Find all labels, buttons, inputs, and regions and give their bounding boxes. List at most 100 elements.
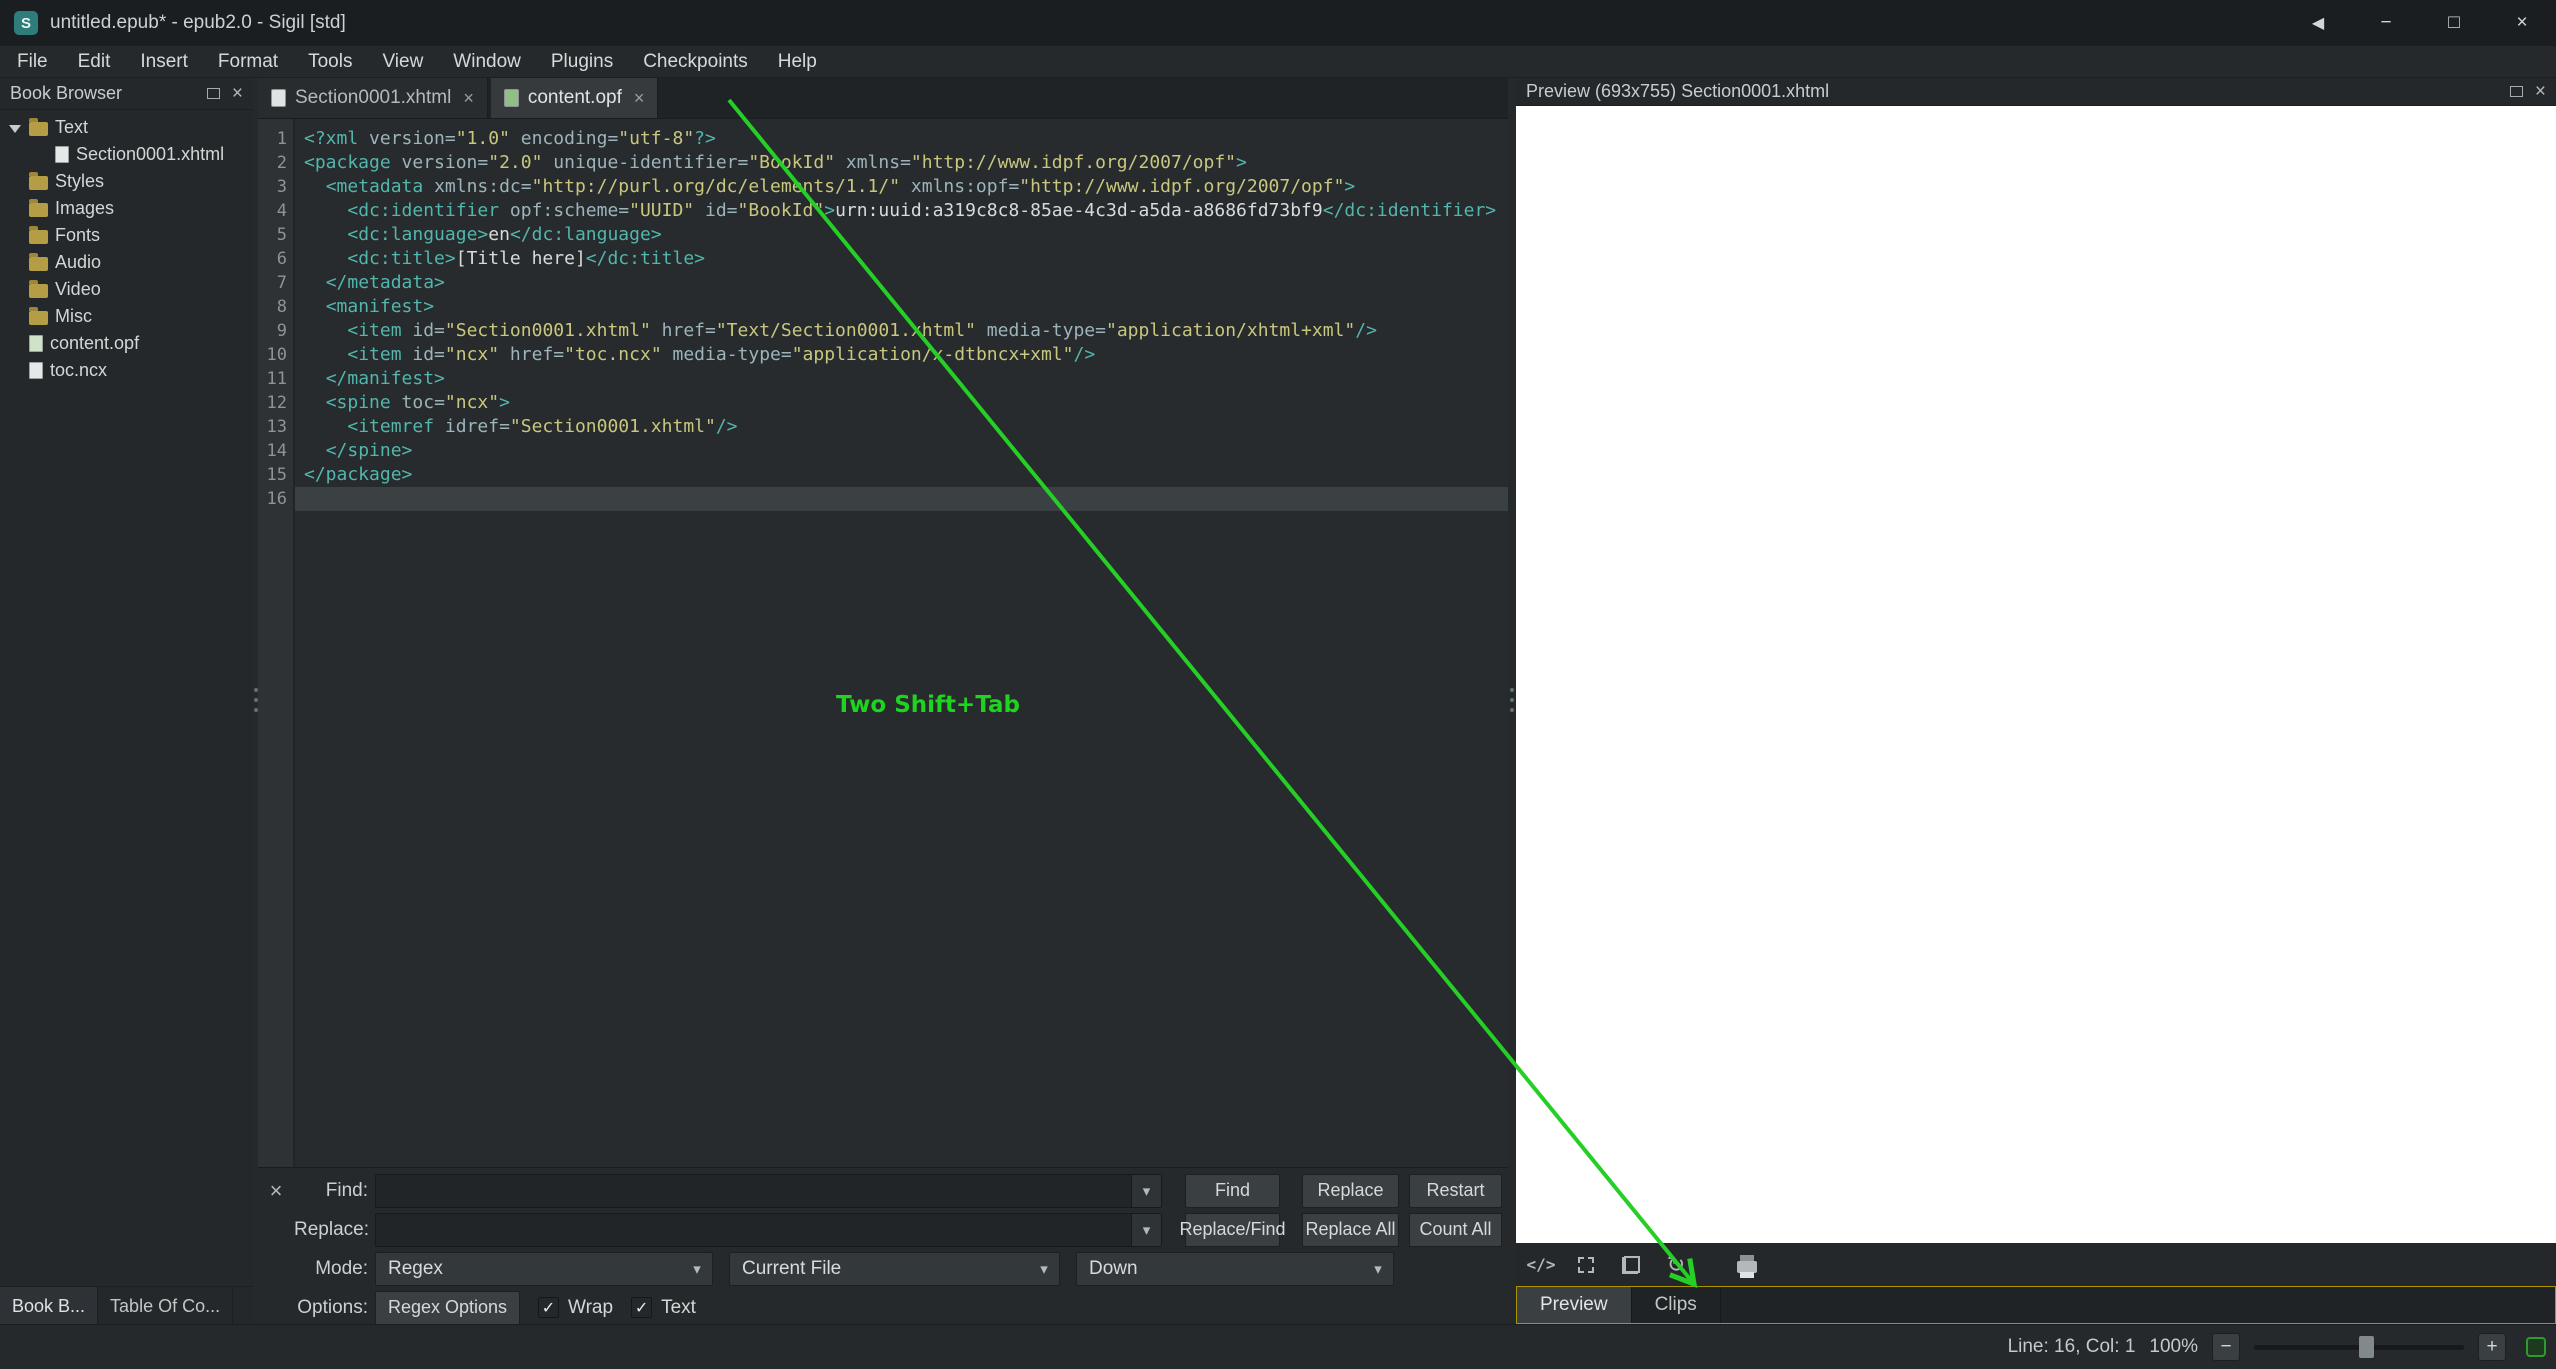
code-line[interactable]: <item id="Section0001.xhtml" href="Text/… <box>295 319 1508 343</box>
tab-clips[interactable]: Clips <box>1632 1287 1721 1323</box>
preview-splitter[interactable] <box>1508 78 1516 1324</box>
menu-edit[interactable]: Edit <box>63 46 126 78</box>
menu-help[interactable]: Help <box>763 46 832 78</box>
zoom-slider-handle[interactable] <box>2359 1336 2374 1358</box>
mode-dropdown[interactable]: Regex ▾ <box>375 1251 713 1286</box>
find-input[interactable]: ▾ <box>375 1173 1162 1208</box>
expand-arrow-icon[interactable] <box>6 120 22 136</box>
regex-options-button[interactable]: Regex Options <box>375 1290 520 1325</box>
find-row: × Find: ▾ Find Replace Restart <box>258 1171 1508 1210</box>
code-line[interactable]: <manifest> <box>295 295 1508 319</box>
tree-item-section0001-xhtml[interactable]: Section0001.xhtml <box>0 141 253 168</box>
tree-item-misc[interactable]: Misc <box>0 303 253 330</box>
close-panel-icon[interactable]: × <box>2535 81 2546 103</box>
inspect-icon[interactable] <box>1571 1250 1601 1280</box>
tab-label: content.opf <box>527 87 622 108</box>
find-button[interactable]: Find <box>1185 1173 1280 1208</box>
replace-input[interactable]: ▾ <box>375 1212 1162 1247</box>
line-number: 7 <box>276 273 287 293</box>
tab-close-icon[interactable]: × <box>634 88 645 109</box>
tab-close-icon[interactable]: × <box>463 88 474 109</box>
mode-label: Mode: <box>315 1257 368 1279</box>
tree-item-fonts[interactable]: Fonts <box>0 222 253 249</box>
code-line[interactable]: </spine> <box>295 439 1508 463</box>
zoom-out-button[interactable]: − <box>2212 1333 2240 1361</box>
tree-item-toc-ncx[interactable]: toc.ncx <box>0 357 253 384</box>
menu-view[interactable]: View <box>367 46 438 78</box>
tab-content-opf[interactable]: content.opf × <box>490 78 659 118</box>
text-checkbox[interactable]: ✓ Text <box>631 1297 696 1319</box>
minimize-button[interactable]: − <box>2352 0 2420 46</box>
float-panel-icon[interactable] <box>2509 86 2523 97</box>
line-number: 15 <box>266 465 287 485</box>
folder-icon <box>29 226 48 244</box>
dock-tab-table-of-co[interactable]: Table Of Co... <box>98 1287 234 1325</box>
menu-format[interactable]: Format <box>203 46 293 78</box>
tab-section0001-xhtml[interactable]: Section0001.xhtml × <box>258 78 488 118</box>
code-line[interactable] <box>295 487 1508 511</box>
checkmark-icon: ✓ <box>631 1297 653 1318</box>
tree-item-text[interactable]: Text <box>0 114 253 141</box>
find-dropdown-icon[interactable]: ▾ <box>1131 1174 1161 1207</box>
tree-item-label: Fonts <box>55 225 101 245</box>
code-line[interactable]: <package version="2.0" unique-identifier… <box>295 151 1508 175</box>
replace-find-button[interactable]: Replace/Find <box>1179 1212 1286 1247</box>
replace-dropdown-icon[interactable]: ▾ <box>1131 1213 1161 1246</box>
menu-file[interactable]: File <box>2 46 63 78</box>
code-editor[interactable]: 1 2 3 4 5 6 7 8 9 10 11 12 13 14 15 16 <?xml version="1… <box>258 119 1508 1167</box>
code-line[interactable]: <dc:language>en</dc:language> <box>295 223 1508 247</box>
restart-button[interactable]: Restart <box>1409 1173 1502 1208</box>
code-line[interactable]: <?xml version="1.0" encoding="utf-8"?> <box>295 127 1508 151</box>
float-panel-icon[interactable] <box>206 88 220 99</box>
wrap-checkbox[interactable]: ✓ Wrap <box>538 1297 613 1319</box>
back-arrow-icon[interactable]: ◀ <box>2284 0 2352 46</box>
menu-tools[interactable]: Tools <box>293 46 367 78</box>
print-icon[interactable] <box>1732 1250 1762 1280</box>
zoom-in-button[interactable]: + <box>2478 1333 2506 1361</box>
replace-all-button[interactable]: Replace All <box>1302 1212 1399 1247</box>
code-line[interactable]: <itemref idref="Section0001.xhtml"/> <box>295 415 1508 439</box>
code-line[interactable]: <dc:identifier opf:scheme="UUID" id="Boo… <box>295 199 1508 223</box>
direction-dropdown[interactable]: Down ▾ <box>1076 1251 1394 1286</box>
menu-insert[interactable]: Insert <box>125 46 203 78</box>
menu-plugins[interactable]: Plugins <box>536 46 628 78</box>
close-window-button[interactable]: × <box>2488 0 2556 46</box>
code-lines[interactable]: <?xml version="1.0" encoding="utf-8"?> <p… <box>295 119 1508 1167</box>
code-line[interactable]: </metadata> <box>295 271 1508 295</box>
tree-item-label: Styles <box>55 171 105 191</box>
code-line[interactable]: <dc:title>[Title here]</dc:title> <box>295 247 1508 271</box>
count-all-button[interactable]: Count All <box>1409 1212 1502 1247</box>
find-panel-close-icon[interactable]: × <box>258 1178 294 1204</box>
tree-item-video[interactable]: Video <box>0 276 253 303</box>
dock-tab-book-b[interactable]: Book B... <box>0 1287 99 1325</box>
code-view-icon[interactable]: </> <box>1526 1250 1556 1280</box>
code-line[interactable]: </manifest> <box>295 367 1508 391</box>
line-number: 1 <box>276 129 287 149</box>
zoom-slider[interactable] <box>2254 1333 2464 1361</box>
tree-item-label: Section0001.xhtml <box>76 144 225 164</box>
tab-label: Section0001.xhtml <box>295 87 452 108</box>
menu-checkpoints[interactable]: Checkpoints <box>628 46 763 78</box>
code-line[interactable]: <item id="ncx" href="toc.ncx" media-type… <box>295 343 1508 367</box>
editor-area: Section0001.xhtml × content.opf × 123456789… <box>258 78 1508 1325</box>
code-line[interactable]: <spine toc="ncx"> <box>295 391 1508 415</box>
preview-content[interactable] <box>1516 106 2556 1243</box>
menu-window[interactable]: Window <box>438 46 536 78</box>
sidebar-splitter[interactable] <box>253 78 258 1324</box>
rotate-icon[interactable]: ↻ <box>1661 1250 1691 1280</box>
tree-item-styles[interactable]: Styles <box>0 168 253 195</box>
maximize-button[interactable]: □ <box>2420 0 2488 46</box>
close-panel-icon[interactable]: × <box>232 83 243 105</box>
tree-item-audio[interactable]: Audio <box>0 249 253 276</box>
text-checkbox-label: Text <box>661 1296 696 1318</box>
tab-preview[interactable]: Preview <box>1517 1287 1632 1323</box>
copy-icon[interactable] <box>1616 1250 1646 1280</box>
tree-item-images[interactable]: Images <box>0 195 253 222</box>
rotate-glyph: ↻ <box>1666 1251 1686 1277</box>
replace-button[interactable]: Replace <box>1302 1173 1399 1208</box>
code-line[interactable]: </package> <box>295 463 1508 487</box>
code-line[interactable]: <metadata xmlns:dc="http://purl.org/dc/e… <box>295 175 1508 199</box>
options-label: Options: <box>297 1296 368 1318</box>
tree-item-content-opf[interactable]: content.opf <box>0 330 253 357</box>
scope-dropdown[interactable]: Current File ▾ <box>729 1251 1060 1286</box>
